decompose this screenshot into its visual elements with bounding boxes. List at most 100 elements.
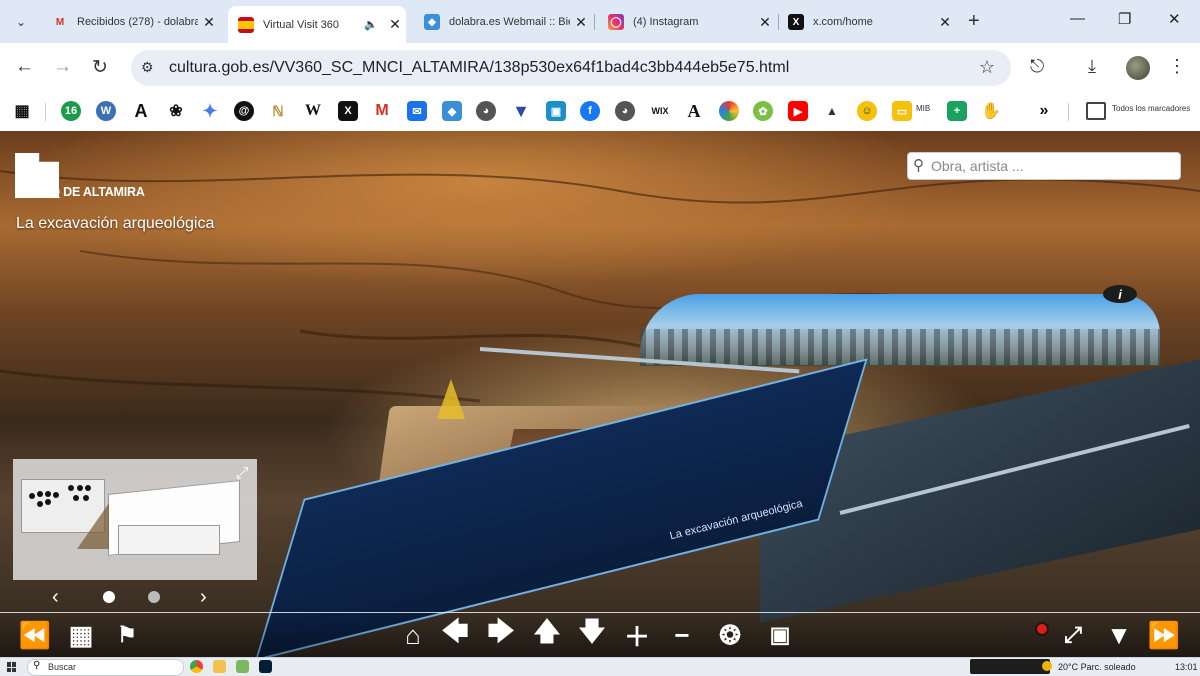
site-settings-icon[interactable]: ⚙ — [141, 59, 154, 76]
minimap-prev-button[interactable]: ‹ — [52, 586, 59, 609]
minimap-next-button[interactable]: › — [200, 586, 207, 609]
panorama-viewer[interactable]: La excavación arqueológica MUSEO DE ALTA… — [0, 131, 1200, 657]
arrow-left-icon[interactable]: 🡄 — [440, 616, 470, 651]
sheets-icon[interactable]: + — [947, 101, 967, 121]
tab-search-button[interactable]: ⌄ — [8, 9, 34, 35]
close-icon[interactable]: ✕ — [384, 16, 406, 33]
zoom-in-icon[interactable]: ＋ — [622, 619, 652, 652]
wordpress-icon[interactable]: W — [96, 101, 116, 121]
close-icon[interactable]: ✕ — [198, 14, 220, 31]
bookmark-star-icon[interactable]: ☆ — [979, 57, 995, 78]
arrow-up-icon[interactable]: 🡅 — [532, 616, 562, 651]
color-wheel-icon[interactable] — [719, 101, 739, 121]
back-button[interactable]: ← — [15, 56, 34, 78]
hand-icon[interactable]: ✋ — [981, 101, 1001, 121]
weather-text[interactable]: 20°C Parc. soleado — [1058, 660, 1136, 674]
vr-headset-icon[interactable]: ▣ — [760, 619, 800, 651]
fullscreen-icon[interactable]: ⤢ — [1058, 619, 1088, 651]
app-green-icon[interactable]: ✿ — [753, 101, 773, 121]
bookmark-16[interactable]: 16 — [61, 101, 81, 121]
chrome-icon[interactable] — [190, 660, 203, 673]
url-text[interactable]: cultura.gob.es/VV360_SC_MNCI_ALTAMIRA/13… — [169, 59, 789, 77]
taskbar-search[interactable]: ⚲ Buscar — [27, 659, 184, 676]
tab-webmail[interactable]: ◆ dolabra.es Webmail :: Bienvenid ✕ — [414, 6, 592, 38]
extensions-icon[interactable]: ⎋ — [1030, 56, 1044, 77]
triangle-icon[interactable]: ▲ — [822, 101, 842, 121]
webmail-icon[interactable]: ◆ — [442, 101, 462, 121]
rewind-icon[interactable]: ⏪ — [18, 619, 52, 651]
hide-toolbar-icon[interactable]: ▼ — [1103, 619, 1135, 651]
restore-button[interactable]: ❐ — [1118, 10, 1131, 28]
zoom-out-icon[interactable]: − — [667, 619, 697, 651]
calendar-icon[interactable]: ▣ — [546, 101, 566, 121]
minimap-point[interactable] — [29, 493, 35, 499]
file-explorer-icon[interactable] — [213, 660, 226, 673]
gyroscope-icon[interactable]: ❂ — [714, 619, 746, 651]
tab-instagram[interactable]: ◯ (4) Instagram ✕ — [598, 6, 776, 38]
minimap-point[interactable] — [73, 495, 79, 501]
speaker-icon[interactable]: 🔈 — [364, 18, 378, 31]
youtube-icon[interactable]: ▶ — [788, 101, 808, 121]
arrow-right-icon[interactable]: 🡆 — [486, 616, 516, 651]
folder-icon[interactable] — [1086, 102, 1106, 120]
record-icon[interactable] — [1037, 624, 1047, 634]
minimap-page-dot-1[interactable] — [103, 591, 115, 603]
close-icon[interactable]: ✕ — [570, 14, 592, 31]
address-bar[interactable]: ⚙ cultura.gob.es/VV360_SC_MNCI_ALTAMIRA/… — [131, 50, 1011, 86]
more-bookmarks-icon[interactable]: » — [1034, 101, 1054, 121]
minimap-point[interactable] — [77, 485, 83, 491]
museum-logo[interactable]: MUSEO DE ALTAMIRA — [15, 153, 145, 203]
grid-icon[interactable]: ▦ — [64, 619, 98, 651]
reload-button[interactable]: ↻ — [92, 56, 108, 79]
all-bookmarks-label[interactable]: Todos los marcadores — [1112, 104, 1190, 113]
bookmark-mib-label[interactable]: MIB — [916, 104, 930, 113]
arrow-down-icon[interactable]: 🡇 — [577, 616, 607, 651]
windows-start-icon[interactable] — [7, 662, 17, 672]
minimap[interactable]: ⤢ — [13, 459, 257, 580]
wix-icon[interactable]: WIX — [650, 101, 670, 121]
font-a-serif-icon[interactable]: A — [684, 101, 704, 121]
wikipedia-icon[interactable]: W — [303, 101, 323, 121]
tab-x[interactable]: X x.com/home ✕ — [778, 6, 956, 38]
close-icon[interactable]: ✕ — [754, 14, 776, 31]
minimap-point[interactable] — [83, 495, 89, 501]
minimize-button[interactable]: — — [1070, 10, 1085, 27]
font-a-icon[interactable]: A — [131, 101, 151, 121]
x-icon[interactable]: X — [338, 101, 358, 121]
search-input[interactable] — [929, 155, 1173, 177]
info-hotspot[interactable]: i — [1103, 285, 1137, 303]
minimap-point[interactable] — [53, 492, 59, 498]
gmail-icon[interactable]: M — [372, 101, 392, 121]
home-icon[interactable]: ⌂ — [398, 619, 428, 651]
globe-icon[interactable]: ◕ — [615, 101, 635, 121]
tab-gmail[interactable]: M Recibidos (278) - dolabra@gmail ✕ — [42, 6, 220, 38]
avatar[interactable] — [1126, 56, 1150, 80]
openai-icon[interactable]: ❀ — [166, 101, 186, 121]
minimap-point[interactable] — [85, 485, 91, 491]
ship-icon[interactable]: ▼ — [511, 101, 531, 121]
minimap-point[interactable] — [68, 485, 74, 491]
threads-icon[interactable]: @ — [234, 101, 254, 121]
minimap-point[interactable] — [45, 499, 51, 505]
slides-icon[interactable]: ▭ — [892, 101, 912, 121]
fast-forward-icon[interactable]: ⏩ — [1147, 619, 1181, 651]
facebook-icon[interactable]: f — [580, 101, 600, 121]
smiley-icon[interactable]: ☺ — [857, 101, 877, 121]
dictionary-icon[interactable]: ℕ — [268, 101, 288, 121]
outlook-icon[interactable]: ✉ — [407, 101, 427, 121]
minimap-point[interactable] — [37, 501, 43, 507]
tab-virtual-visit[interactable]: Virtual Visit 360 🔈 ✕ — [228, 6, 406, 43]
gemini-icon[interactable]: ✦ — [200, 101, 220, 121]
apps-grid-icon[interactable]: ▦ — [12, 101, 32, 121]
system-tray-apps[interactable] — [970, 659, 1050, 674]
minimap-page-dot-2[interactable] — [148, 591, 160, 603]
clock[interactable]: 13:01 — [1175, 660, 1198, 674]
forward-button[interactable]: → — [53, 56, 72, 78]
map-route-icon[interactable]: ⚑ — [110, 619, 144, 651]
globe-icon[interactable]: ◕ — [476, 101, 496, 121]
close-icon[interactable]: ✕ — [934, 14, 956, 31]
minimap-point[interactable] — [45, 491, 51, 497]
menu-icon[interactable]: ⋮ — [1168, 56, 1186, 77]
new-tab-button[interactable]: + — [968, 10, 980, 33]
download-icon[interactable]: ⤓ — [1088, 56, 1096, 77]
